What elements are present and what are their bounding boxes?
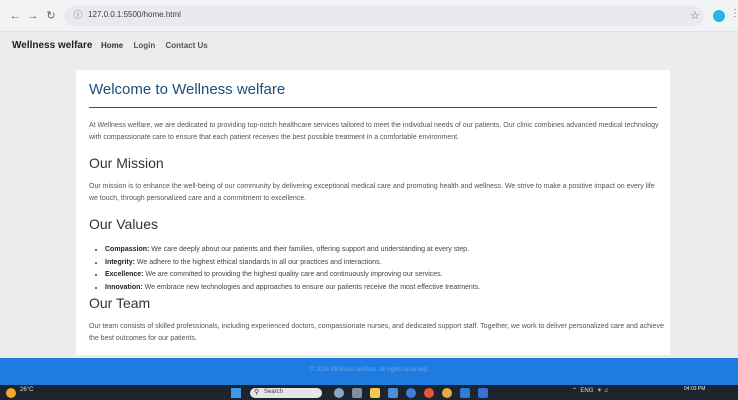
title-divider	[89, 107, 657, 108]
bookmark-star-icon[interactable]: ☆	[690, 9, 700, 22]
file-explorer-icon[interactable]	[370, 388, 380, 398]
clock[interactable]: 04:03 PM	[684, 386, 705, 392]
team-paragraph: Our team consists of skilled professiona…	[89, 323, 664, 342]
arrow-right-icon[interactable]: →	[26, 9, 40, 23]
weather-temperature[interactable]: 26°C	[20, 387, 33, 393]
nav-link-login[interactable]: Login	[133, 41, 155, 50]
intro-paragraph: At Wellness welfare, we are dedicated to…	[89, 122, 659, 141]
search-placeholder: Search	[264, 389, 284, 395]
weather-icon[interactable]	[6, 388, 16, 398]
copilot-icon[interactable]	[334, 388, 344, 398]
vscode-icon[interactable]	[460, 388, 470, 398]
system-tray[interactable]: ⌃ ENG ☀ ♫	[572, 387, 608, 394]
edge-icon[interactable]	[406, 388, 416, 398]
browser-toolbar: ← → ↻ ⓘ 127.0.0.1:5500/home.html ☆ ⋮	[0, 0, 738, 32]
value-name: Innovation:	[105, 283, 143, 291]
store-icon[interactable]	[388, 388, 398, 398]
value-text: We embrace new technologies and approach…	[142, 283, 481, 291]
page-title: Welcome to Wellness welfare	[89, 81, 286, 98]
page-viewport: Wellness welfare Home Login Contact Us W…	[0, 32, 738, 385]
team-heading: Our Team	[89, 295, 151, 311]
info-icon[interactable]: ⓘ	[72, 9, 84, 21]
arrow-left-icon[interactable]: ←	[8, 9, 22, 23]
content-card: Welcome to Wellness welfare At Wellness …	[76, 70, 670, 355]
list-item: Compassion: We care deeply about our pat…	[105, 244, 665, 257]
nav-link-home[interactable]: Home	[101, 41, 123, 50]
app-icon[interactable]	[424, 388, 434, 398]
notes-icon[interactable]	[478, 388, 488, 398]
language-indicator[interactable]: ENG	[580, 388, 593, 394]
nav-link-contact[interactable]: Contact Us	[165, 41, 207, 50]
menu-dots-icon[interactable]: ⋮	[730, 8, 738, 19]
taskbar-search[interactable]: ⚲ Search	[250, 388, 322, 398]
list-item: Innovation: We embrace new technologies …	[105, 282, 665, 295]
value-text: We adhere to the highest ethical standar…	[134, 258, 382, 266]
os-taskbar: 26°C ⚲ Search ⌃ ENG ☀ ♫ 04:03 PM	[0, 385, 738, 400]
values-list: Compassion: We care deeply about our pat…	[89, 244, 665, 294]
list-item: Excellence: We are committed to providin…	[105, 269, 665, 282]
task-view-icon[interactable]	[352, 388, 362, 398]
mission-paragraph: Our mission is to enhance the well-being…	[89, 183, 655, 202]
url-text[interactable]: 127.0.0.1:5500/home.html	[88, 10, 181, 19]
value-name: Compassion:	[105, 246, 150, 253]
profile-avatar[interactable]	[713, 10, 725, 22]
value-text: We care deeply about our patients and th…	[149, 246, 469, 253]
site-footer: © 2024 Wellness welfare. All rights rese…	[0, 358, 738, 385]
mission-heading: Our Mission	[89, 155, 164, 171]
reload-icon[interactable]: ↻	[44, 9, 58, 23]
address-bar[interactable]: ⓘ 127.0.0.1:5500/home.html	[64, 6, 704, 26]
nav-links: Home Login Contact Us	[101, 41, 216, 50]
list-item: Integrity: We adhere to the highest ethi…	[105, 257, 665, 270]
top-navigation: Wellness welfare Home Login Contact Us	[0, 32, 738, 60]
search-icon: ⚲	[254, 389, 260, 396]
brand-name[interactable]: Wellness welfare	[12, 40, 92, 51]
chrome-icon[interactable]	[442, 388, 452, 398]
footer-copyright: © 2024 Wellness welfare. All rights rese…	[309, 367, 429, 373]
value-name: Excellence:	[105, 271, 144, 278]
windows-start-icon[interactable]	[231, 388, 241, 398]
value-text: We are committed to providing the highes…	[143, 271, 443, 278]
values-heading: Our Values	[89, 216, 158, 232]
value-name: Integrity:	[105, 258, 135, 266]
